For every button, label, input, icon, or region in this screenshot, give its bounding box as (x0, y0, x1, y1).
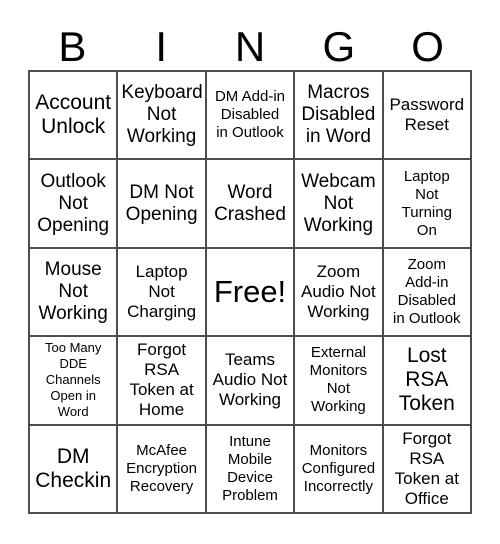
bingo-header-letter-i: I (155, 23, 168, 70)
bingo-cell-g3[interactable]: Zoom Audio Not Working (295, 248, 384, 338)
bingo-cell-b5[interactable]: DM Checkin (30, 425, 119, 514)
bingo-cell-label: Intune Mobile Device Problem (222, 432, 278, 504)
bingo-cell-i4[interactable]: Forgot RSA Token at Home (118, 337, 207, 426)
bingo-cell-label: Webcam Not Working (301, 170, 376, 236)
bingo-cell-label: DM Add-in Disabled in Outlook (214, 88, 285, 142)
bingo-cell-o4[interactable]: Lost RSA Token (383, 337, 472, 426)
bingo-cell-g2[interactable]: Webcam Not Working (295, 160, 384, 249)
bingo-cell-label: External Monitors Not Working (309, 344, 368, 416)
bingo-header-letter-o: O (411, 23, 444, 70)
bingo-cell-label: Account Unlock (35, 91, 112, 139)
bingo-cell-label: Keyboard Not Working (121, 82, 203, 148)
bingo-cell-label: Forgot RSA Token at Home (129, 340, 194, 420)
bingo-cell-b4[interactable]: Too Many DDE Channels Open in Word (30, 337, 119, 426)
bingo-cell-i3[interactable]: Laptop Not Charging (118, 248, 207, 338)
bingo-cell-label: Lost RSA Token (398, 344, 455, 416)
bingo-cell-g1[interactable]: Macros Disabled in Word (295, 72, 384, 161)
bingo-cell-label: Laptop Not Charging (127, 261, 197, 321)
bingo-cell-label: Laptop Not Turning On (401, 167, 452, 239)
bingo-cell-o2[interactable]: Laptop Not Turning On (383, 160, 472, 249)
bingo-free-label: Free! (213, 273, 287, 309)
bingo-header-letter-g: G (322, 23, 356, 70)
bingo-cell-b2[interactable]: Outlook Not Opening (30, 160, 119, 249)
bingo-cell-label: Too Many DDE Channels Open in Word (45, 340, 102, 420)
bingo-cell-label: DM Not Opening (125, 181, 198, 225)
bingo-cell-label: Mouse Not Working (38, 258, 108, 324)
bingo-cell-o1[interactable]: Password Reset (383, 72, 472, 161)
bingo-cell-o3[interactable]: Zoom Add-in Disabled in Outlook (383, 248, 472, 338)
bingo-header-letter-n: N (234, 23, 266, 70)
bingo-cell-label: DM Checkin (35, 444, 112, 492)
bingo-cell-label: Password Reset (389, 95, 465, 135)
bingo-header-row: B I N G O (28, 14, 472, 70)
bingo-cell-b1[interactable]: Account Unlock (30, 72, 119, 161)
bingo-cell-i1[interactable]: Keyboard Not Working (118, 72, 207, 161)
bingo-cell-label: Zoom Add-in Disabled in Outlook (393, 255, 461, 327)
bingo-cell-label: Monitors Configured Incorrectly (301, 441, 376, 495)
bingo-cell-label: McAfee Encryption Recovery (126, 441, 198, 495)
bingo-cell-n5[interactable]: Intune Mobile Device Problem (206, 425, 296, 514)
bingo-cell-label: Teams Audio Not Working (212, 350, 288, 410)
bingo-grid: Account Unlock Keyboard Not Working DM A… (28, 70, 472, 514)
bingo-cell-n1[interactable]: DM Add-in Disabled in Outlook (206, 72, 296, 161)
bingo-cell-g5[interactable]: Monitors Configured Incorrectly (295, 425, 384, 514)
bingo-cell-n4[interactable]: Teams Audio Not Working (206, 337, 296, 426)
bingo-cell-label: Macros Disabled in Word (301, 82, 376, 148)
bingo-cell-b3[interactable]: Mouse Not Working (30, 248, 119, 338)
bingo-cell-g4[interactable]: External Monitors Not Working (295, 337, 384, 426)
bingo-header-letter-b: B (58, 23, 87, 70)
bingo-cell-label: Forgot RSA Token at Office (394, 428, 459, 508)
bingo-card: B I N G O Account Unlock Keyboard Not Wo… (0, 0, 500, 544)
bingo-cell-free-space[interactable]: Free! (206, 248, 296, 338)
bingo-cell-label: Zoom Audio Not Working (301, 261, 376, 321)
bingo-cell-label: Word Crashed (214, 181, 286, 225)
bingo-cell-i2[interactable]: DM Not Opening (118, 160, 207, 249)
bingo-cell-i5[interactable]: McAfee Encryption Recovery (118, 425, 207, 514)
bingo-cell-label: Outlook Not Opening (37, 170, 110, 236)
bingo-cell-o5[interactable]: Forgot RSA Token at Office (383, 425, 472, 514)
bingo-cell-n2[interactable]: Word Crashed (206, 160, 296, 249)
